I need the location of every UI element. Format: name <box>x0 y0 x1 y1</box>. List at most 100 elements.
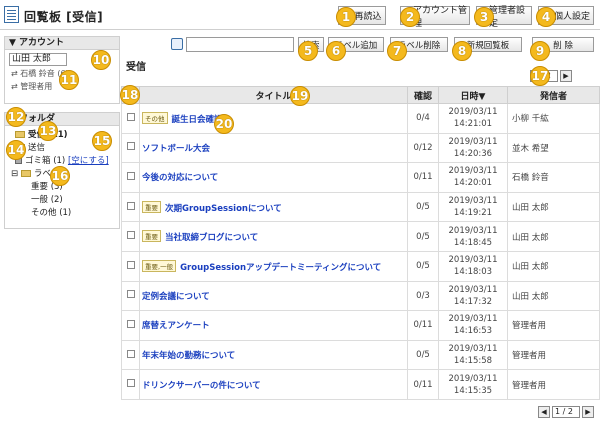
row-checkbox[interactable] <box>126 142 135 151</box>
callout-badge: 17 <box>530 66 550 86</box>
date-cell: 2019/03/11 14:18:03 <box>438 250 508 282</box>
callout-badge: 18 <box>120 85 140 105</box>
confirm-cell: 0/11 <box>407 310 439 341</box>
callout-badge: 10 <box>91 50 111 70</box>
row-checkbox[interactable] <box>126 290 135 299</box>
confirm-cell: 0/5 <box>407 191 439 223</box>
label-tag: その他 <box>142 111 168 124</box>
date-cell: 2019/03/11 14:18:45 <box>438 221 508 252</box>
table-row[interactable]: 定例会議について 0/3 2019/03/11 14:17:32 山田 太郎 <box>121 280 600 312</box>
title-cell: 重要,一般 GroupSessionアップデートミーティングについて <box>139 250 408 282</box>
message-title-link[interactable]: ドリンクサーバーの件について <box>142 381 261 391</box>
table-row[interactable]: 今後の対応について 0/11 2019/03/11 14:20:01 石橋 鈴音 <box>121 162 600 193</box>
row-checkbox[interactable] <box>126 260 135 269</box>
empty-trash-link[interactable]: [空にする] <box>68 156 109 166</box>
table-row[interactable]: 重要,一般 GroupSessionアップデートミーティングについて 0/5 2019… <box>121 250 600 282</box>
message-table: タイトル 確認 日時▼ 発信者 その他 誕生日会確認 0/4 2019/03/11 14… <box>121 86 600 400</box>
sender-cell: 山田 太郎 <box>507 191 600 223</box>
callout-badge: 19 <box>290 86 310 106</box>
message-title-link[interactable]: 年末年始の勤務について <box>142 351 235 361</box>
callout-badge: 8 <box>452 41 472 61</box>
sender-cell: 管理者用 <box>507 310 600 341</box>
callout-badge: 13 <box>38 121 58 141</box>
title-cell: 席替えアンケート <box>139 310 408 341</box>
next-page-icon[interactable]: ▶ <box>582 406 594 418</box>
message-title-link[interactable]: ソフトボール大会 <box>142 144 210 154</box>
message-title-link[interactable]: GroupSessionアップデートミーティングについて <box>180 263 381 273</box>
table-row[interactable]: 席替えアンケート 0/11 2019/03/11 14:16:53 管理者用 <box>121 310 600 341</box>
title-cell: ドリンクサーバーの件について <box>139 369 408 400</box>
callout-badge: 15 <box>92 131 112 151</box>
row-checkbox-cell <box>121 132 140 164</box>
folder-icon <box>20 170 31 177</box>
callout-badge: 4 <box>536 7 556 27</box>
confirm-cell: 0/11 <box>407 162 439 193</box>
confirm-column-header[interactable]: 確認 <box>407 86 439 104</box>
row-checkbox-cell <box>121 191 140 223</box>
date-column-header[interactable]: 日時▼ <box>438 86 508 104</box>
callout-badge: 5 <box>298 41 318 61</box>
row-checkbox[interactable] <box>126 171 135 180</box>
row-checkbox-cell <box>121 369 140 400</box>
callout-badge: 12 <box>6 107 26 127</box>
message-title-link[interactable]: 次期GroupSessionについて <box>165 204 282 214</box>
row-checkbox[interactable] <box>126 112 135 121</box>
callout-badge: 7 <box>387 41 407 61</box>
message-title-link[interactable]: 当社取締ブログについて <box>165 233 258 243</box>
search-input[interactable] <box>186 37 294 52</box>
title-cell: 定例会議について <box>139 280 408 312</box>
page-select[interactable]: 1 / 2 <box>552 406 580 418</box>
callout-badge: 16 <box>50 166 70 186</box>
label-other[interactable]: その他 (1) <box>9 207 115 220</box>
date-cell: 2019/03/11 14:15:58 <box>438 339 508 371</box>
title-cell: 年末年始の勤務について <box>139 339 408 371</box>
row-checkbox[interactable] <box>126 319 135 328</box>
row-checkbox[interactable] <box>126 379 135 388</box>
row-checkbox[interactable] <box>126 231 135 240</box>
next-page-icon[interactable]: ▶ <box>560 70 572 82</box>
row-checkbox-cell <box>121 310 140 341</box>
row-checkbox-cell <box>121 221 140 252</box>
row-checkbox[interactable] <box>126 349 135 358</box>
label-tag: 重要,一般 <box>142 259 177 272</box>
sender-cell: 石橋 鈴音 <box>507 162 600 193</box>
page-title: 回覧板 [受信] <box>24 10 104 24</box>
confirm-cell: 0/4 <box>407 103 439 134</box>
title-cell: 重要 当社取締ブログについて <box>139 221 408 252</box>
sender-cell: 管理者用 <box>507 339 600 371</box>
sender-cell: 管理者用 <box>507 369 600 400</box>
label-general[interactable]: 一般 (2) <box>9 194 115 207</box>
search-icon[interactable] <box>171 38 183 50</box>
table-row[interactable]: 年末年始の勤務について 0/5 2019/03/11 14:15:58 管理者用 <box>121 339 600 371</box>
row-checkbox-cell <box>121 280 140 312</box>
title-cell: 重要 次期GroupSessionについて <box>139 191 408 223</box>
table-row[interactable]: ドリンクサーバーの件について 0/11 2019/03/11 14:15:35 管理者用 <box>121 369 600 400</box>
account-select[interactable]: 山田 太郎 <box>9 53 67 66</box>
table-header: タイトル 確認 日時▼ 発信者 <box>121 86 600 104</box>
sender-cell: 山田 太郎 <box>507 250 600 282</box>
message-title-link[interactable]: 定例会議について <box>142 292 210 302</box>
message-title-link[interactable]: 今後の対応について <box>142 173 218 183</box>
confirm-cell: 0/11 <box>407 369 439 400</box>
title-column-header[interactable]: タイトル <box>139 86 408 104</box>
row-checkbox[interactable] <box>126 201 135 210</box>
sender-column-header[interactable]: 発信者 <box>507 86 600 104</box>
message-title-link[interactable]: 席替えアンケート <box>142 321 210 331</box>
sender-cell: 小柳 千紘 <box>507 103 600 134</box>
callout-badge: 9 <box>530 41 550 61</box>
title-cell: ソフトボール大会 <box>139 132 408 164</box>
callout-badge: 11 <box>59 70 79 90</box>
label-tag: 重要 <box>142 230 161 243</box>
date-cell: 2019/03/11 14:16:53 <box>438 310 508 341</box>
title-cell: その他 誕生日会確認 <box>139 103 408 134</box>
confirm-cell: 0/12 <box>407 132 439 164</box>
table-row[interactable]: その他 誕生日会確認 0/4 2019/03/11 14:21:01 小柳 千紘 <box>121 103 600 134</box>
table-row[interactable]: ソフトボール大会 0/12 2019/03/11 14:20:36 並木 希望 <box>121 132 600 164</box>
row-checkbox-cell <box>121 339 140 371</box>
section-heading: 受信 <box>126 62 146 73</box>
date-cell: 2019/03/11 14:20:01 <box>438 162 508 193</box>
prev-page-icon[interactable]: ◀ <box>538 406 550 418</box>
circular-board-icon <box>4 6 19 23</box>
table-row[interactable]: 重要 次期GroupSessionについて 0/5 2019/03/11 14:19:2… <box>121 191 600 223</box>
table-row[interactable]: 重要 当社取締ブログについて 0/5 2019/03/11 14:18:45 山田 太郎 <box>121 221 600 252</box>
